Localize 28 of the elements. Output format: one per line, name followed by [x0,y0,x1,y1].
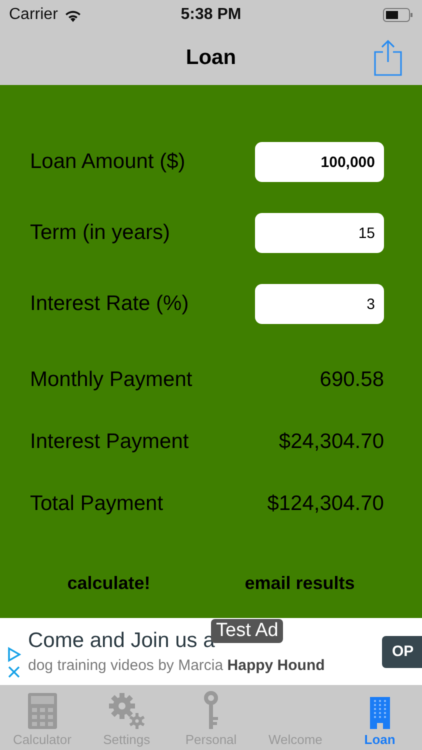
play-icon [7,647,21,662]
result-value: $124,304.70 [267,492,384,516]
field-label: Term (in years) [30,221,170,245]
wifi-icon [64,8,82,22]
ad-text: dog training videos by Marcia Happy Hound [28,657,326,674]
action-button[interactable]: calculate! [61,563,156,603]
result-label: Total Payment [30,492,164,516]
building-icon [370,697,390,729]
field-label: Loan Amount ($) [30,150,186,174]
gears-icon [108,693,145,729]
calculator-icon [28,693,57,729]
close-icon[interactable] [8,666,20,678]
input-field[interactable]: 3 [255,284,384,324]
result-label: Monthly Payment [30,368,192,392]
tab-item[interactable]: Loan [338,685,422,750]
nav-title: Loan [186,46,236,70]
input-field[interactable]: 15 [255,213,384,253]
open-button[interactable]: OP [382,636,422,668]
result-value: 690.58 [320,368,384,392]
share-icon[interactable] [374,40,402,76]
result-value: $24,304.70 [278,430,384,454]
field-label: Interest Rate (%) [30,292,189,316]
status-time: 5:38 PM [180,6,242,24]
battery-icon [383,8,413,22]
carrier-label: Carrier [9,6,58,24]
result-label: Interest Payment [30,430,189,454]
action-button[interactable]: email results [238,563,361,603]
input-field[interactable]: 100,000 [255,142,384,182]
